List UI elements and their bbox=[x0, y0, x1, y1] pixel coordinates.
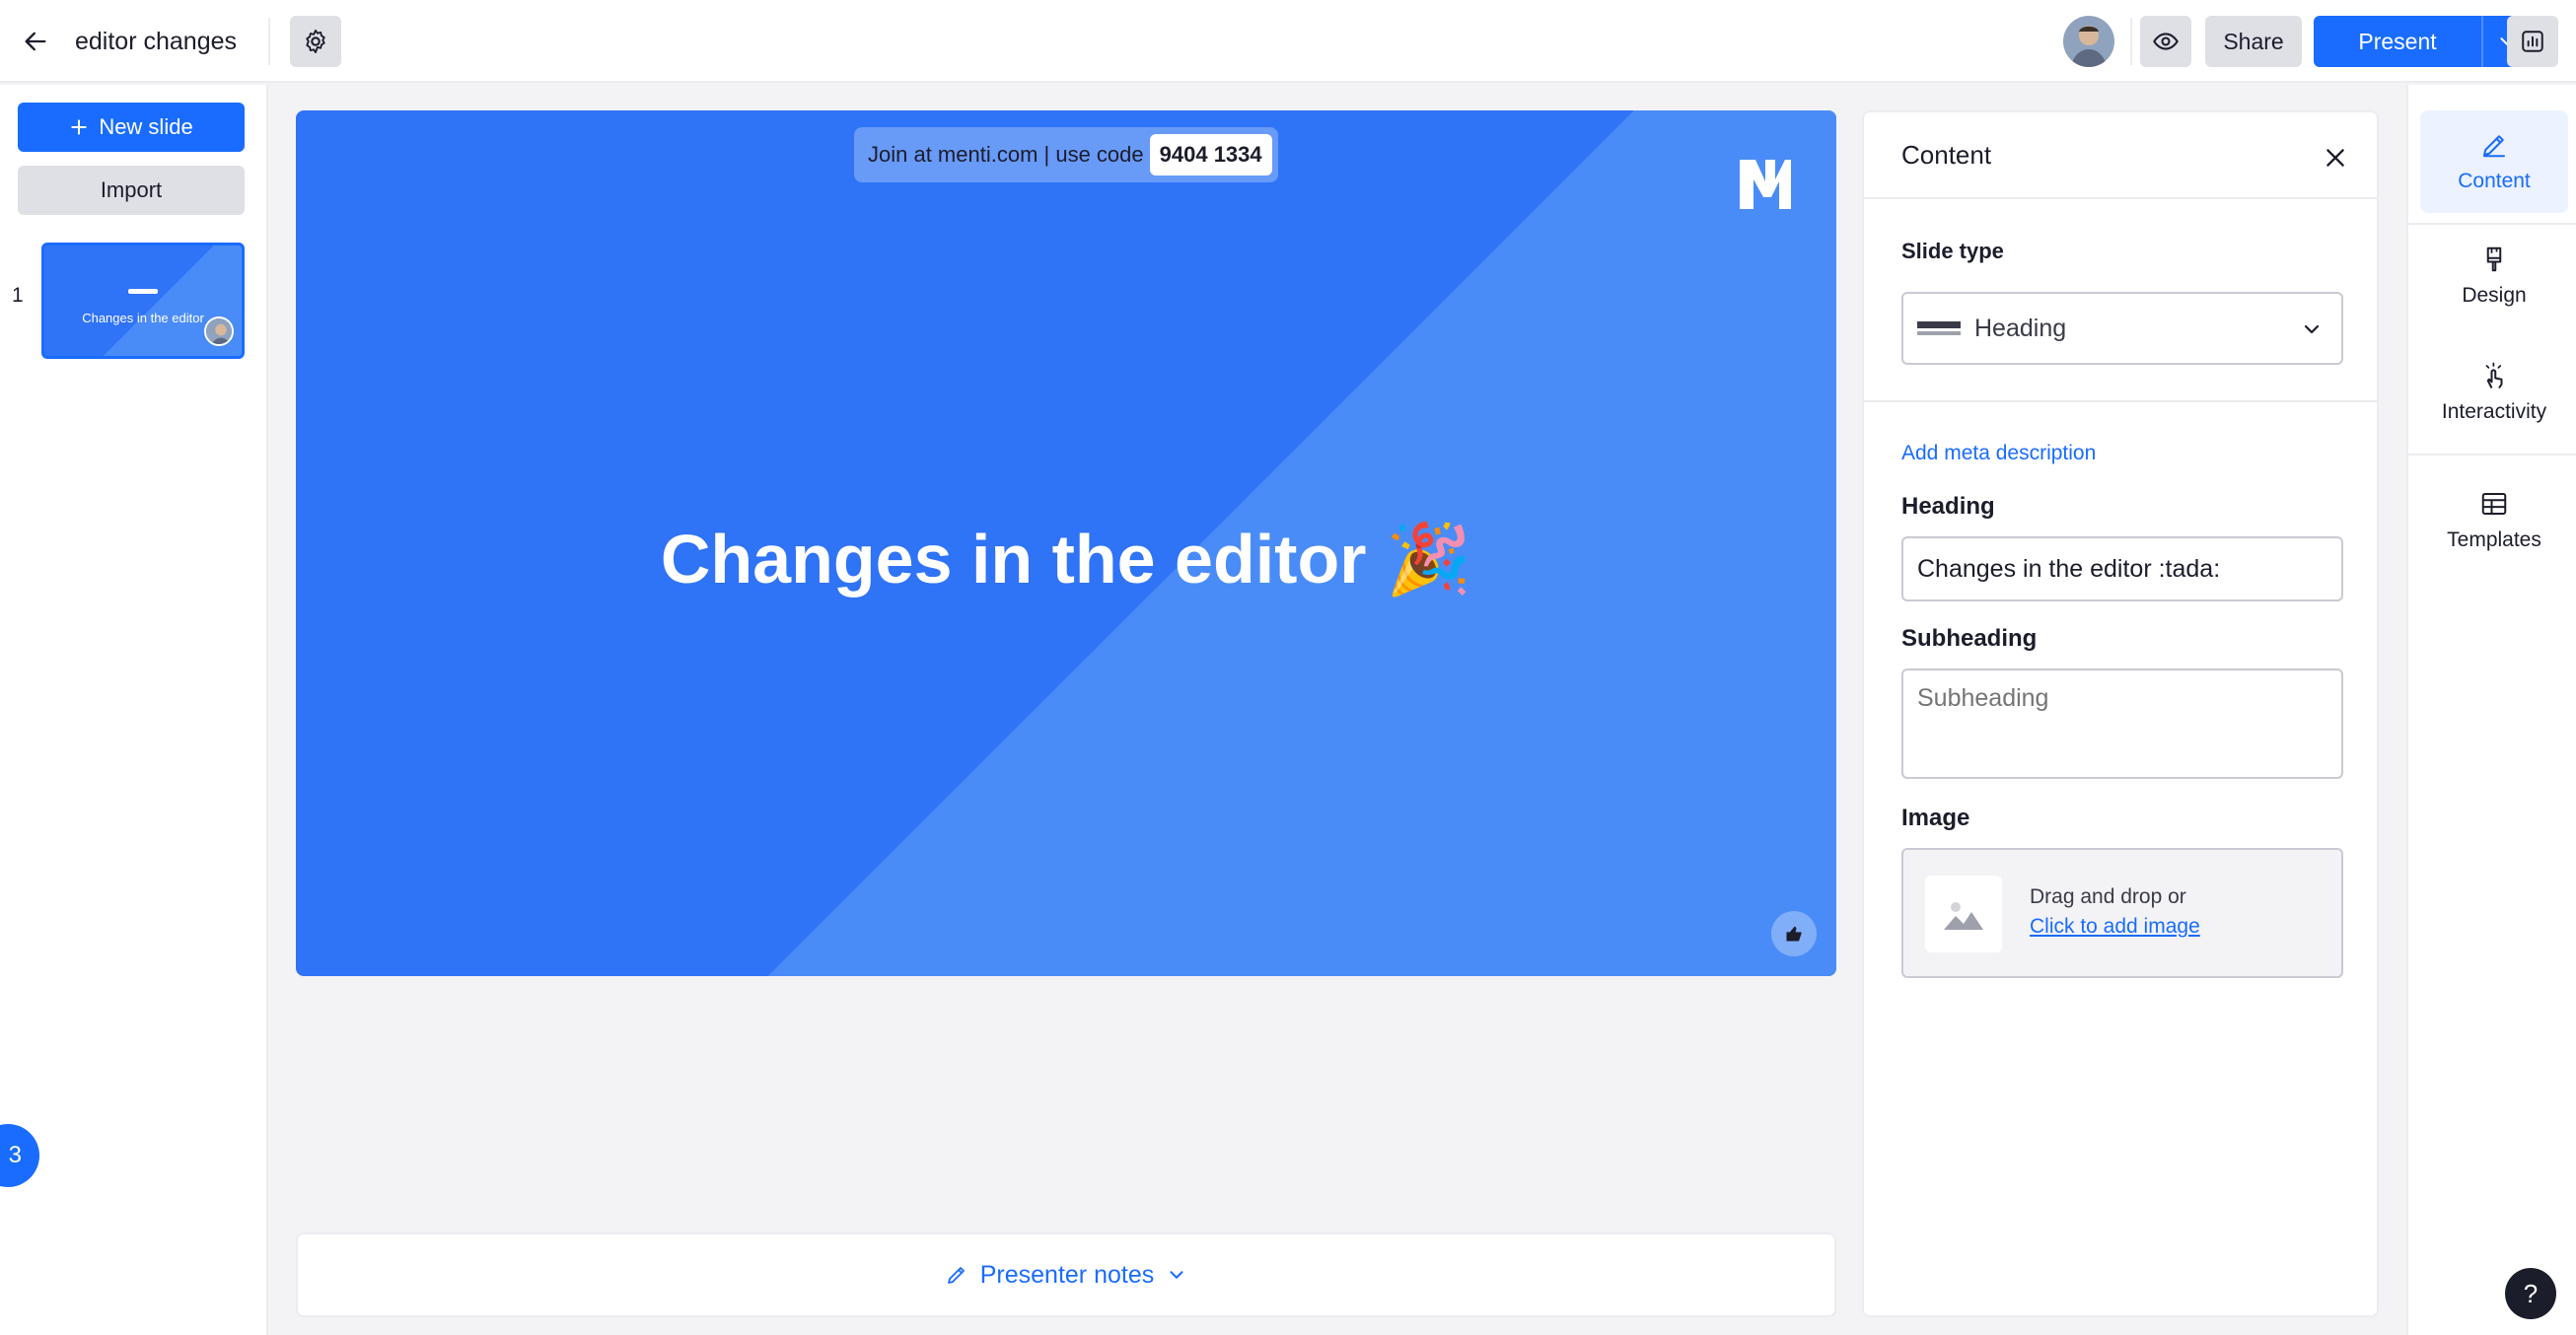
presenter-notes-toggle[interactable]: Presenter notes bbox=[296, 1232, 1836, 1317]
divider bbox=[268, 18, 270, 65]
rail-item-label: Interactivity bbox=[2441, 400, 2547, 423]
rail-item-templates[interactable]: Templates bbox=[2420, 469, 2568, 572]
slide-type-select[interactable]: Heading bbox=[1901, 292, 2343, 365]
notification-badge[interactable]: 3 bbox=[0, 1124, 39, 1187]
heading-type-icon bbox=[1917, 321, 1961, 335]
bar-chart-icon bbox=[2522, 31, 2543, 52]
join-code: 9404 1334 bbox=[1149, 134, 1272, 176]
right-tool-rail: Content Design Interactivity Templates ? bbox=[2406, 85, 2576, 1335]
add-image-link[interactable]: Click to add image bbox=[2030, 915, 2200, 939]
rail-item-label: Templates bbox=[2447, 528, 2541, 551]
presentation-title[interactable]: editor changes bbox=[75, 24, 237, 59]
top-bar: editor changes Share Present bbox=[0, 0, 2576, 83]
join-text: Join at menti.com | use code bbox=[868, 142, 1144, 167]
slide-thumbnail[interactable]: Changes in the editor bbox=[41, 243, 245, 359]
slide-type-label: Slide type bbox=[1901, 239, 2004, 263]
panel-title: Content bbox=[1901, 140, 1992, 170]
heading-label: Heading bbox=[1901, 493, 1995, 520]
help-button[interactable]: ? bbox=[2505, 1268, 2556, 1319]
slide-number: 1 bbox=[12, 284, 24, 307]
subheading-input[interactable] bbox=[1901, 668, 2343, 779]
gear-icon bbox=[306, 29, 325, 54]
pencil-icon bbox=[947, 1267, 965, 1284]
thumbs-up-icon bbox=[1786, 926, 1802, 942]
divider bbox=[2408, 454, 2576, 456]
arrow-left-icon bbox=[25, 32, 46, 51]
back-button[interactable] bbox=[14, 20, 57, 63]
subheading-label: Subheading bbox=[1901, 625, 2038, 652]
drop-instructions: Drag and drop or bbox=[2030, 885, 2186, 908]
new-slide-button[interactable]: New slide bbox=[18, 103, 245, 152]
pencil-icon bbox=[2483, 135, 2505, 158]
rail-item-design[interactable]: Design bbox=[2420, 225, 2568, 327]
chevron-down-icon bbox=[1170, 1271, 1183, 1279]
slide-heading[interactable]: Changes in the editor 🎉 bbox=[296, 505, 1836, 613]
heading-input[interactable] bbox=[1901, 536, 2343, 601]
import-button[interactable]: Import bbox=[18, 166, 245, 215]
reaction-button[interactable] bbox=[1771, 911, 1817, 956]
present-button[interactable]: Present bbox=[2314, 16, 2481, 67]
slide-type-value: Heading bbox=[1974, 314, 2067, 342]
mentimeter-logo-icon bbox=[1738, 158, 1793, 211]
image-label: Image bbox=[1901, 805, 1970, 831]
content-panel: Content Slide type Heading Add meta desc… bbox=[1862, 110, 2379, 1317]
slide-list-sidebar: New slide Import 1 Changes in the editor… bbox=[0, 85, 268, 1335]
chevron-down-icon bbox=[2304, 324, 2320, 334]
close-panel-button[interactable] bbox=[2318, 140, 2353, 176]
divider bbox=[1864, 197, 2377, 199]
thumbnail-avatar bbox=[204, 316, 234, 346]
table-icon bbox=[2481, 493, 2507, 515]
divider bbox=[2130, 18, 2132, 65]
plus-icon bbox=[71, 119, 87, 135]
tap-icon bbox=[2485, 362, 2503, 389]
slide-heading-text: Changes in the editor bbox=[660, 521, 1367, 597]
image-placeholder-icon bbox=[1925, 876, 2002, 952]
rail-item-interactivity[interactable]: Interactivity bbox=[2420, 341, 2568, 444]
share-button[interactable]: Share bbox=[2205, 16, 2302, 67]
divider bbox=[1864, 400, 2377, 402]
settings-button[interactable] bbox=[290, 16, 341, 67]
party-popper-icon: 🎉 bbox=[1385, 521, 1472, 597]
heading-type-icon bbox=[128, 289, 158, 294]
join-instructions: Join at menti.com | use code 9404 1334 bbox=[854, 127, 1278, 182]
eye-icon bbox=[2153, 33, 2179, 50]
preview-button[interactable] bbox=[2140, 16, 2191, 67]
new-slide-label: New slide bbox=[99, 114, 193, 139]
image-dropzone[interactable]: Drag and drop or Click to add image bbox=[1901, 848, 2343, 978]
close-icon bbox=[2326, 149, 2344, 167]
presenter-notes-label: Presenter notes bbox=[979, 1260, 1155, 1289]
paintbrush-icon bbox=[2486, 246, 2502, 272]
user-avatar[interactable] bbox=[2063, 16, 2114, 67]
rail-item-label: Content bbox=[2458, 170, 2531, 192]
results-button[interactable] bbox=[2507, 16, 2558, 67]
slide-canvas[interactable]: Join at menti.com | use code 9404 1334 C… bbox=[296, 110, 1836, 976]
rail-item-label: Design bbox=[2462, 284, 2527, 307]
add-meta-description-link[interactable]: Add meta description bbox=[1901, 442, 2096, 465]
rail-item-content[interactable]: Content bbox=[2420, 110, 2568, 213]
